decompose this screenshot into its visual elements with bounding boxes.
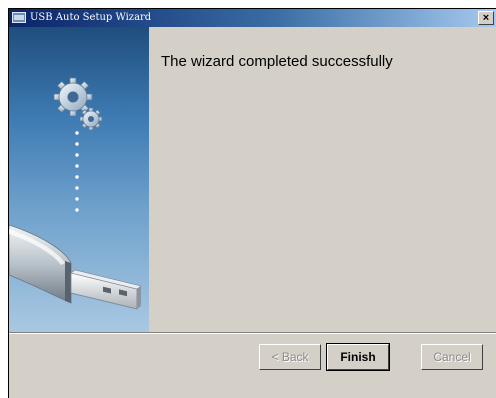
title-bar[interactable]: USB Auto Setup Wizard × [9, 9, 496, 27]
usb-drive-icon [9, 224, 142, 310]
back-button[interactable]: < Back [259, 344, 321, 370]
cancel-button[interactable]: Cancel [421, 344, 483, 370]
progress-dots [75, 131, 79, 212]
button-separator [9, 332, 496, 334]
completion-heading: The wizard completed successfully [161, 53, 393, 70]
window-title: USB Auto Setup Wizard [30, 12, 152, 23]
banner-artwork [9, 77, 142, 310]
wizard-window: USB Auto Setup Wizard × The wizard compl… [8, 8, 496, 398]
finish-button[interactable]: Finish [326, 343, 390, 371]
gears-icon [53, 77, 103, 131]
wizard-side-banner [9, 27, 149, 332]
usb-app-icon [12, 12, 26, 23]
wizard-content: The wizard completed successfully [149, 27, 496, 332]
close-button[interactable]: × [478, 11, 494, 25]
